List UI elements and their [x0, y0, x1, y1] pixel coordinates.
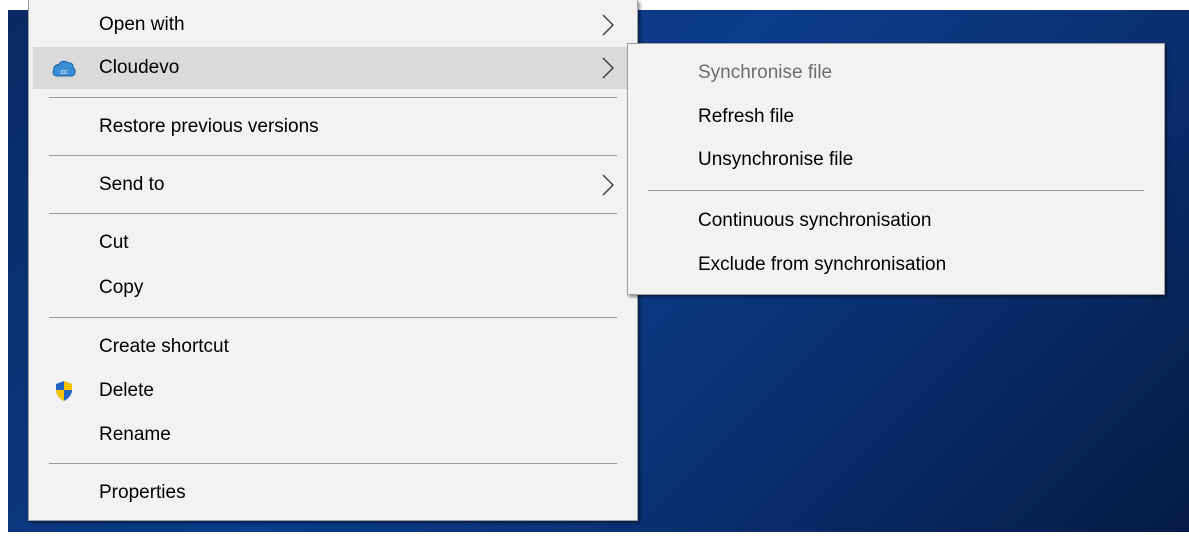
menu-item-cloudevo[interactable]: cc Cloudevo	[33, 47, 633, 89]
chevron-right-icon	[602, 14, 614, 36]
chevron-right-icon	[602, 174, 614, 196]
submenu-item-synchronise-file[interactable]: Synchronise file	[632, 52, 1160, 94]
context-menu: Open with cc Cloudevo Restore previous v…	[28, 0, 638, 521]
menu-item-label: Delete	[99, 380, 154, 401]
menu-item-create-shortcut[interactable]: Create shortcut	[33, 326, 633, 368]
submenu-item-label: Synchronise file	[698, 62, 833, 83]
submenu-separator	[648, 190, 1144, 191]
menu-item-copy[interactable]: Copy	[33, 267, 633, 309]
menu-item-cut[interactable]: Cut	[33, 222, 633, 264]
menu-separator	[49, 317, 617, 318]
menu-separator	[49, 213, 617, 214]
menu-item-send-to[interactable]: Send to	[33, 164, 633, 206]
menu-item-label: Cloudevo	[99, 57, 180, 78]
menu-item-properties[interactable]: Properties	[33, 472, 633, 514]
submenu-item-refresh-file[interactable]: Refresh file	[632, 96, 1160, 138]
menu-separator	[49, 97, 617, 98]
chevron-right-icon	[602, 57, 614, 79]
menu-item-restore-previous-versions[interactable]: Restore previous versions	[33, 106, 633, 148]
menu-item-label: Cut	[99, 232, 129, 253]
menu-separator	[49, 155, 617, 156]
submenu-item-label: Refresh file	[698, 106, 795, 127]
submenu-item-label: Unsynchronise file	[698, 149, 854, 170]
shield-icon	[51, 378, 77, 404]
cloud-icon: cc	[51, 55, 77, 81]
menu-item-label: Restore previous versions	[99, 116, 319, 137]
submenu-item-label: Continuous synchronisation	[698, 210, 932, 231]
menu-item-label: Properties	[99, 482, 186, 503]
svg-text:cc: cc	[61, 69, 69, 76]
menu-item-rename[interactable]: Rename	[33, 414, 633, 456]
menu-item-open-with[interactable]: Open with	[33, 4, 633, 46]
menu-item-label: Open with	[99, 14, 185, 35]
menu-item-label: Send to	[99, 174, 165, 195]
menu-item-label: Create shortcut	[99, 336, 229, 357]
menu-item-delete[interactable]: Delete	[33, 370, 633, 412]
submenu-item-continuous-synchronisation[interactable]: Continuous synchronisation	[632, 200, 1160, 242]
submenu-item-label: Exclude from synchronisation	[698, 254, 947, 275]
cloudevo-submenu: Synchronise file Refresh file Unsynchron…	[627, 43, 1165, 295]
menu-item-label: Copy	[99, 277, 144, 298]
submenu-item-unsynchronise-file[interactable]: Unsynchronise file	[632, 139, 1160, 181]
submenu-item-exclude-from-synchronisation[interactable]: Exclude from synchronisation	[632, 244, 1160, 286]
menu-separator	[49, 463, 617, 464]
menu-item-label: Rename	[99, 424, 171, 445]
